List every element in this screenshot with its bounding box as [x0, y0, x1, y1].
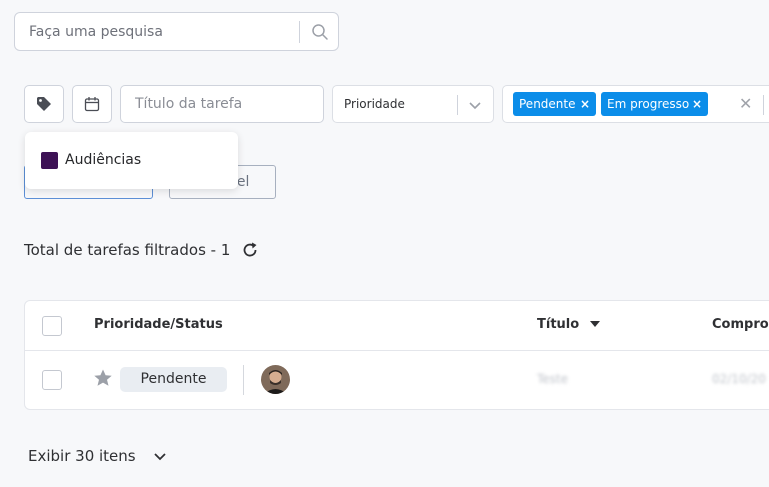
calendar-icon: [84, 97, 100, 112]
cell-divider: [243, 365, 244, 395]
tasks-table: Prioridade/Status Título Compron Pendent…: [24, 300, 769, 410]
tag-filter-button[interactable]: [24, 85, 64, 123]
tag-dropdown: Audiências: [25, 132, 238, 189]
search-bar: [14, 12, 339, 51]
row-divider: [25, 350, 769, 351]
row-date: 02/10/20: [712, 372, 766, 386]
status-tag-pendente: Pendente ×: [513, 92, 596, 116]
remove-tag-icon[interactable]: ×: [580, 92, 590, 116]
column-header-priority-status[interactable]: Prioridade/Status: [94, 317, 223, 332]
clear-all-icon[interactable]: ✕: [739, 94, 752, 113]
refresh-icon[interactable]: [241, 241, 259, 259]
search-icon[interactable]: [311, 23, 329, 41]
sort-down-icon: [589, 321, 600, 327]
column-header-label: Compron: [712, 317, 769, 332]
avatar[interactable]: [261, 365, 290, 394]
chevron-down-icon[interactable]: [153, 451, 167, 463]
items-per-page-label[interactable]: Exibir 30 itens: [28, 447, 136, 465]
status-tag-em-progresso: Em progresso ×: [601, 92, 708, 116]
chevron-down-icon: [469, 102, 481, 110]
task-title-input[interactable]: [120, 85, 324, 123]
row-title: Teste: [537, 372, 569, 386]
status-tag-label: Pendente: [519, 97, 576, 111]
status-multiselect[interactable]: Pendente × Em progresso × ✕: [502, 85, 769, 123]
total-filtered-text: Total de tarefas filtrados - 1: [24, 241, 231, 259]
column-header-label: Prioridade/Status: [94, 317, 223, 332]
search-input[interactable]: [15, 13, 295, 50]
select-all-checkbox[interactable]: [42, 316, 62, 336]
status-divider: [763, 95, 764, 115]
priority-select-value: Prioridade: [344, 97, 405, 111]
tag-color-swatch: [41, 152, 58, 169]
date-filter-button[interactable]: [72, 85, 112, 123]
tag-icon: [37, 97, 51, 111]
status-tag-label: Em progresso: [607, 97, 690, 111]
priority-select[interactable]: Prioridade: [332, 85, 494, 123]
column-header-title[interactable]: Título: [537, 317, 600, 332]
row-checkbox[interactable]: [42, 370, 62, 390]
remove-tag-icon[interactable]: ×: [692, 92, 702, 116]
column-header-label: Título: [537, 317, 580, 332]
column-header-compromisso[interactable]: Compron: [712, 317, 769, 332]
tag-option-audiencias[interactable]: Audiências: [65, 152, 141, 168]
avatar-image: [261, 365, 290, 394]
status-badge: Pendente: [120, 367, 227, 392]
priority-select-divider: [457, 95, 458, 115]
search-divider: [299, 21, 300, 43]
star-icon[interactable]: [93, 368, 113, 388]
